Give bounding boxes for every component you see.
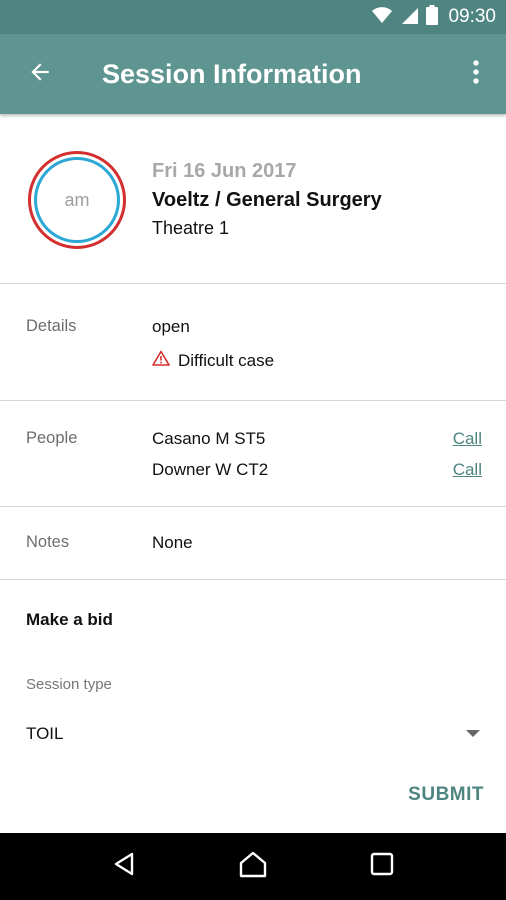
details-row: Details open Difficult case xyxy=(0,284,506,401)
status-icons: 09:30 xyxy=(370,4,496,30)
page-title: Session Information xyxy=(102,58,362,89)
session-type-label: Session type xyxy=(26,676,112,693)
session-title: Voeltz / General Surgery xyxy=(152,189,382,211)
person-name: Downer W CT2 xyxy=(152,460,269,479)
session-type-select[interactable]: TOIL xyxy=(26,718,480,750)
nav-recents-button[interactable] xyxy=(352,837,412,897)
call-link-downer[interactable]: Call xyxy=(453,460,482,480)
details-label: Details xyxy=(26,317,77,335)
person-name: Casano M ST5 xyxy=(152,429,266,448)
people-row: People Casano M ST5 Call Downer W CT2 Ca… xyxy=(0,401,506,507)
status-bar: 09:30 xyxy=(0,0,506,34)
status-time: 09:30 xyxy=(448,6,496,27)
submit-button[interactable]: SUBMIT xyxy=(408,784,484,806)
recents-icon xyxy=(370,852,394,881)
arrow-back-icon xyxy=(27,59,53,90)
notes-row: Notes None xyxy=(0,507,506,580)
warning-line: Difficult case xyxy=(152,350,274,371)
battery-icon xyxy=(426,4,439,30)
people-label: People xyxy=(26,429,78,447)
warning-triangle-icon xyxy=(152,350,170,371)
warning-text: Difficult case xyxy=(178,350,275,370)
nav-home-button[interactable] xyxy=(223,837,283,897)
nav-back-button[interactable] xyxy=(94,837,154,897)
home-icon xyxy=(238,850,268,883)
badge-text: am xyxy=(64,189,90,210)
details-status: open xyxy=(152,317,190,336)
app-bar: Session Information xyxy=(0,34,506,114)
navigation-bar xyxy=(0,833,506,900)
back-button[interactable] xyxy=(0,34,80,114)
more-vert-icon xyxy=(472,59,480,90)
notes-label: Notes xyxy=(26,533,70,551)
overflow-menu-button[interactable] xyxy=(446,34,506,114)
wifi-icon xyxy=(370,5,394,30)
notes-value: None xyxy=(152,533,193,552)
back-triangle-icon xyxy=(112,851,136,882)
dropdown-arrow-icon xyxy=(466,725,480,743)
bid-heading: Make a bid xyxy=(26,610,113,629)
session-date: Fri 16 Jun 2017 xyxy=(152,160,297,182)
signal-icon xyxy=(400,5,420,30)
session-location: Theatre 1 xyxy=(152,218,230,238)
bid-section: Make a bid Session type TOIL SUBMIT xyxy=(0,580,506,833)
session-badge: am xyxy=(27,150,127,250)
content: am Fri 16 Jun 2017 Voeltz / General Surg… xyxy=(0,114,506,833)
session-type-value: TOIL xyxy=(26,724,64,743)
session-header: am Fri 16 Jun 2017 Voeltz / General Surg… xyxy=(0,114,506,284)
call-link-casano[interactable]: Call xyxy=(453,429,482,449)
